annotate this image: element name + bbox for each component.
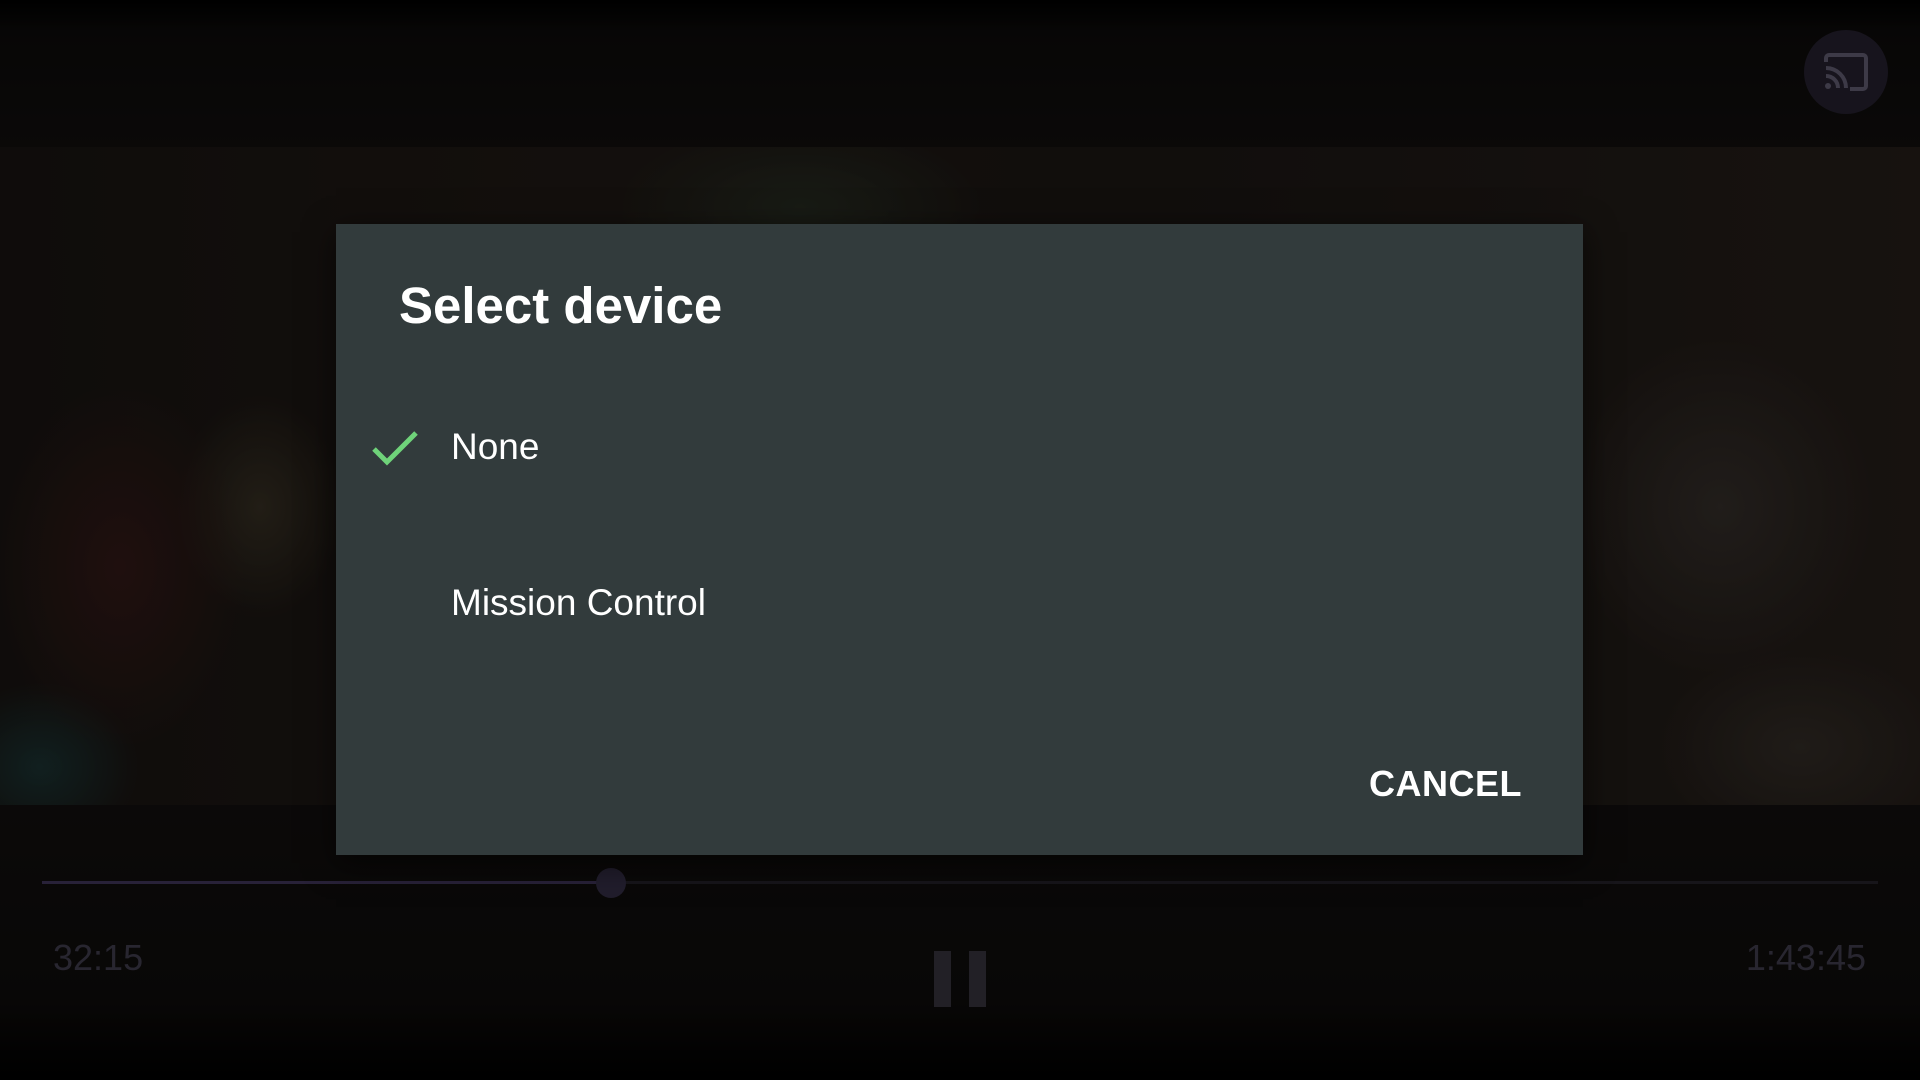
cancel-button[interactable]: CANCEL (1369, 757, 1522, 811)
device-item-none[interactable]: None (336, 388, 1583, 508)
dialog-title: Select device (399, 277, 723, 334)
video-player-screen: 32:15 1:43:45 Select device None Mission… (0, 0, 1920, 1080)
check-icon (372, 431, 418, 466)
device-label: None (451, 426, 540, 467)
select-device-dialog: Select device None Mission Control CANCE… (336, 224, 1583, 855)
device-label: Mission Control (451, 582, 706, 623)
device-item-mission-control[interactable]: Mission Control (336, 544, 1583, 664)
